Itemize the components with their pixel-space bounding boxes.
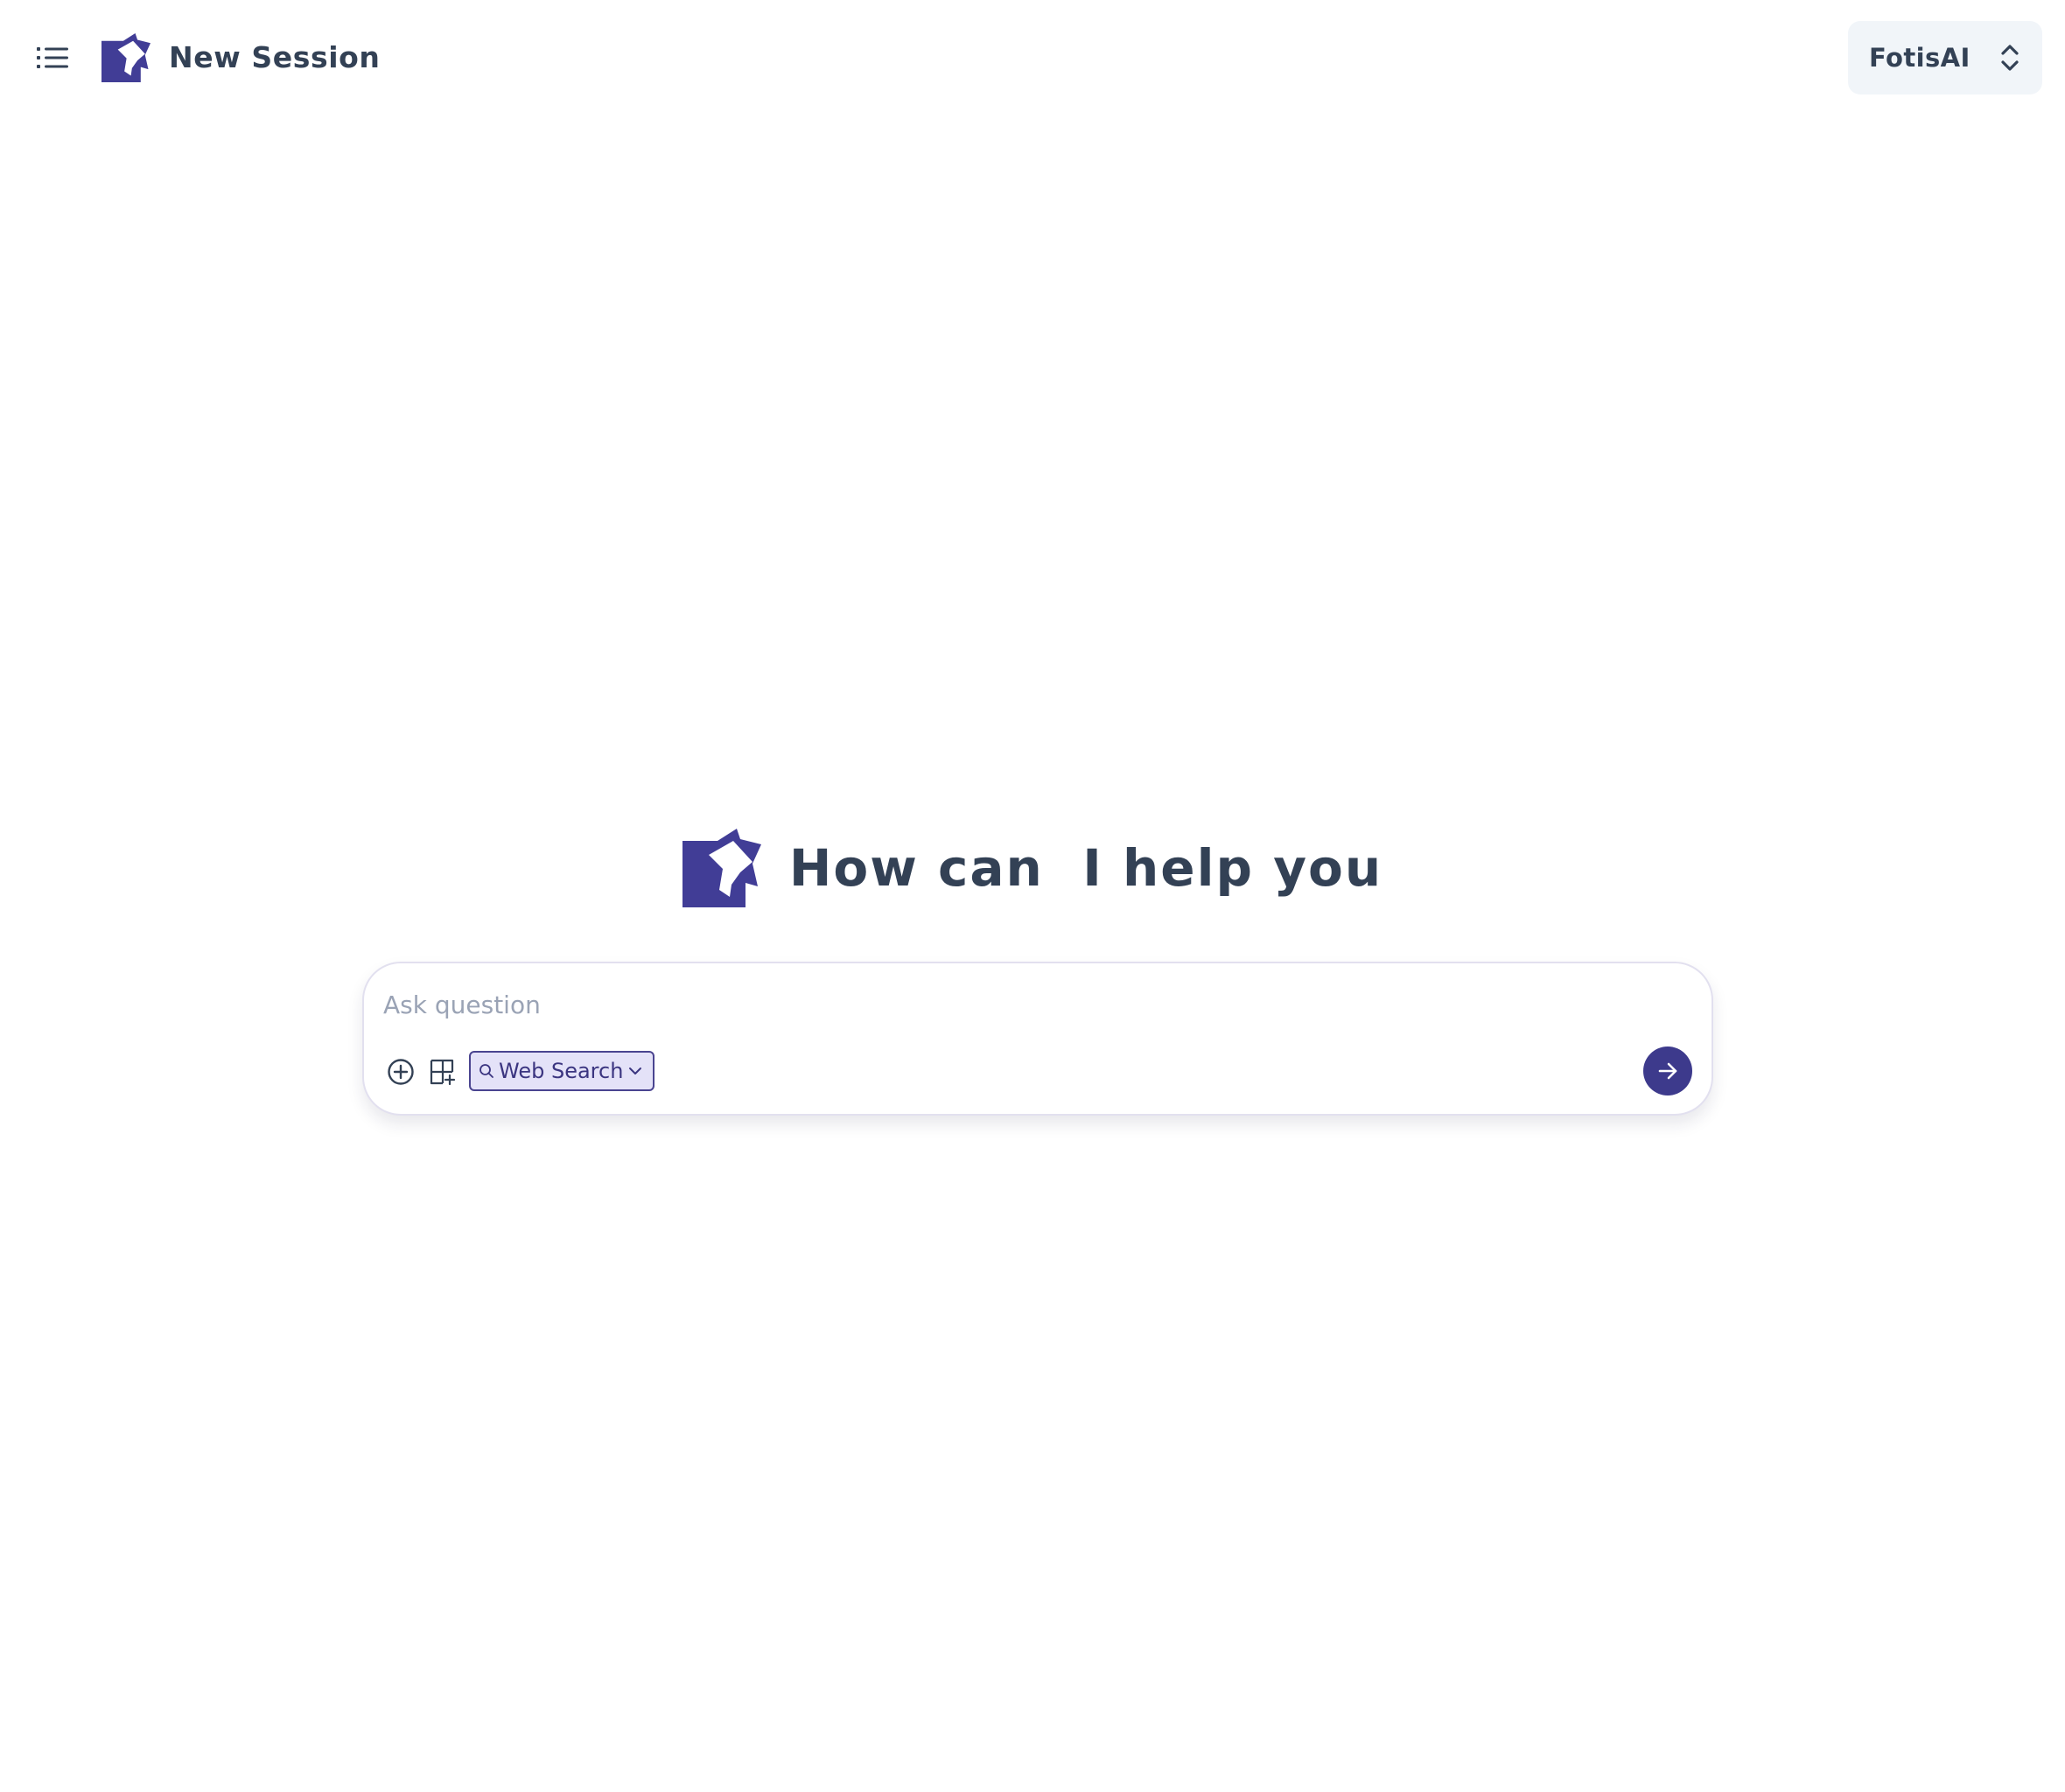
search-mode-dropdown[interactable]: Web Search <box>469 1051 654 1091</box>
add-widget-button[interactable] <box>425 1054 460 1089</box>
brand-logo-icon <box>682 829 761 907</box>
model-selector[interactable]: FotisAI <box>1848 21 2042 94</box>
session-title: New Session <box>169 40 381 74</box>
list-icon <box>37 47 68 68</box>
add-widget-icon <box>430 1059 456 1086</box>
welcome-title: How can I help you <box>788 838 1383 898</box>
sidebar-toggle-button[interactable] <box>32 40 74 75</box>
plus-circle-icon <box>388 1059 414 1085</box>
question-composer: Web Search <box>362 962 1713 1116</box>
top-bar: New Session FotisAI <box>0 0 2065 117</box>
chevron-down-icon <box>626 1062 644 1080</box>
model-name: FotisAI <box>1869 43 1970 73</box>
welcome-hero: How can I help you <box>0 826 2065 910</box>
send-button[interactable] <box>1643 1046 1692 1096</box>
add-attachment-button[interactable] <box>383 1054 418 1089</box>
search-icon <box>478 1062 495 1080</box>
app-page: New Session FotisAI How can I help you A… <box>0 0 2065 1792</box>
search-mode-label: Web Search <box>499 1059 624 1083</box>
arrow-right-icon <box>1658 1062 1677 1080</box>
chevron-up-down-icon <box>1998 43 2021 73</box>
brand-logo-icon <box>102 33 150 82</box>
question-input[interactable] <box>383 981 1678 1028</box>
